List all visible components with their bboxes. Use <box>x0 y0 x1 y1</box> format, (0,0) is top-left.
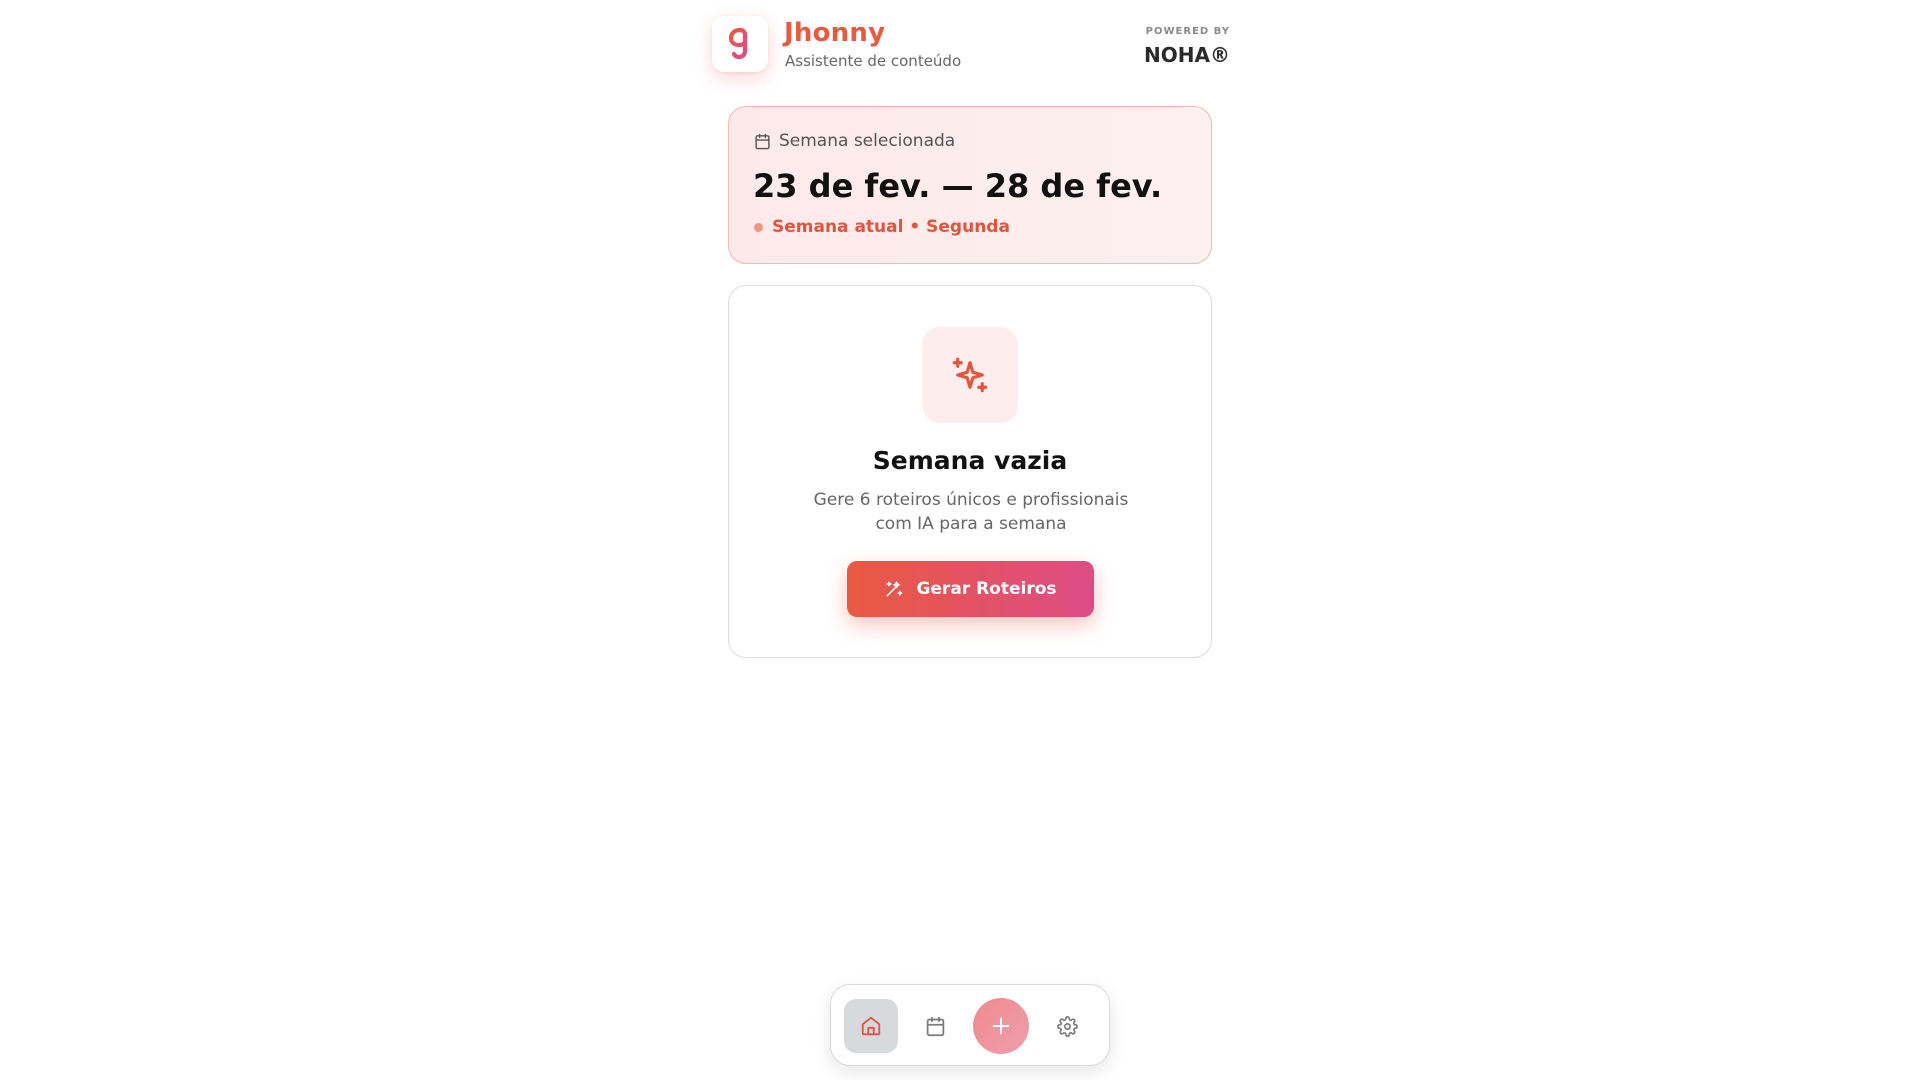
gear-icon <box>1056 1015 1078 1037</box>
nav-add-button[interactable] <box>973 998 1029 1054</box>
empty-state-card: Semana vazia Gere 6 roteiros únicos e pr… <box>728 285 1212 658</box>
nav-home-button[interactable] <box>844 999 898 1053</box>
app-header: Jhonny Assistente de conteúdo POWERED BY… <box>712 16 1230 76</box>
week-status: Semana atual • Segunda <box>754 217 1010 237</box>
powered-by-label: POWERED BY <box>1145 26 1230 37</box>
week-status-text: Semana atual • Segunda <box>772 217 1010 237</box>
app-logo-icon <box>728 27 748 60</box>
plus-icon <box>992 1017 1010 1035</box>
sparkles-badge <box>922 327 1018 423</box>
nav-calendar-button[interactable] <box>911 1002 959 1050</box>
powered-by-name: NOHA® <box>1144 43 1230 67</box>
home-icon <box>861 1016 881 1036</box>
empty-state-description: Gere 6 roteiros únicos e profissionais c… <box>813 490 1129 534</box>
sparkles-icon <box>952 357 988 393</box>
app-name: Jhonny <box>784 18 886 48</box>
generate-scripts-button[interactable]: Gerar Roteiros <box>847 561 1094 617</box>
calendar-icon <box>926 1016 944 1036</box>
app-logo[interactable] <box>712 16 768 72</box>
app-subtitle: Assistente de conteúdo <box>785 52 962 70</box>
week-label-row: Semana selecionada <box>754 131 955 151</box>
calendar-icon <box>755 133 770 149</box>
week-range: 23 de fev. — 28 de fev. <box>753 167 1163 205</box>
wand-sparkles-icon <box>886 581 903 597</box>
status-dot <box>754 222 763 232</box>
bottom-nav <box>830 984 1110 1066</box>
powered-by: POWERED BY NOHA® <box>1144 26 1230 67</box>
week-card[interactable]: Semana selecionada 23 de fev. — 28 de fe… <box>728 106 1212 264</box>
nav-settings-button[interactable] <box>1043 1002 1091 1050</box>
app-screen: Jhonny Assistente de conteúdo POWERED BY… <box>0 0 1920 1080</box>
empty-state-title: Semana vazia <box>872 446 1068 475</box>
generate-scripts-label: Gerar Roteiros <box>916 579 1057 599</box>
week-label: Semana selecionada <box>779 131 956 151</box>
